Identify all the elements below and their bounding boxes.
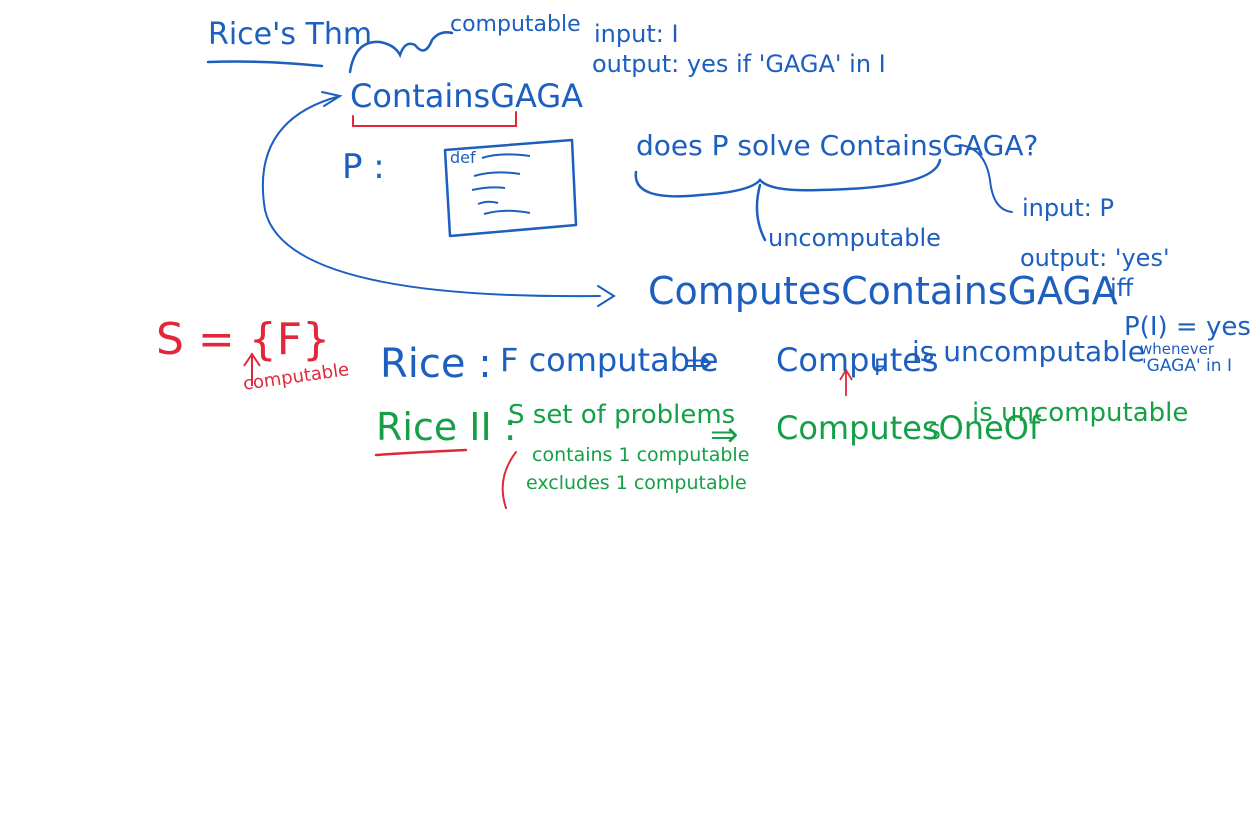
question: does P solve ContainsGAGA? [636,129,1039,162]
code-line-3 [471,186,506,191]
code-def: def [450,148,476,167]
computes-subscript: F [874,356,887,381]
is-uncomputable-1: is uncomputable [912,335,1145,368]
iff-label: iff [1110,274,1134,302]
question-brace [634,158,942,198]
s-set-of-problems: S set of problems [508,400,736,430]
code-line-2 [473,171,521,177]
input-i: input: I [594,20,679,48]
implies-1: ⇒ [684,343,713,383]
rice-ii-underline [374,448,468,457]
output-yes: output: 'yes' [1020,244,1170,272]
title: Rice's Thm [208,17,373,52]
code-line-5 [483,209,531,215]
uncomputable-mid: uncomputable [768,224,941,252]
computes-contains-gaga: ComputesContainsGAGA [648,269,1118,313]
contains-gaga: ContainsGAGA [350,77,584,115]
gaga-in-i: 'GAGA' in I [1142,356,1232,376]
whenever-label: whenever [1140,340,1215,358]
title-underline [206,60,324,68]
code-line-4 [477,200,499,205]
whiteboard-canvas: Rice's Thm computable input: I output: y… [0,0,1250,834]
p-label: P : [342,147,385,187]
conditions-paren [501,451,517,509]
computes-one-of-subscript: S [928,420,941,444]
excludes-computable: excludes 1 computable [526,472,747,494]
rice-label: Rice : [380,341,492,387]
computable-label-top: computable [450,12,581,37]
code-line-1 [481,153,531,159]
implies-2: ⇒ [710,415,739,455]
question-brace-stem [755,183,767,242]
s-definition: S = {F} [156,314,331,365]
output-yes-gaga: output: yes if 'GAGA' in I [592,50,886,78]
rice-ii-label: Rice II : [376,405,517,449]
input-p: input: P [1022,194,1114,222]
is-uncomputable-2: is uncomputable [972,398,1189,428]
